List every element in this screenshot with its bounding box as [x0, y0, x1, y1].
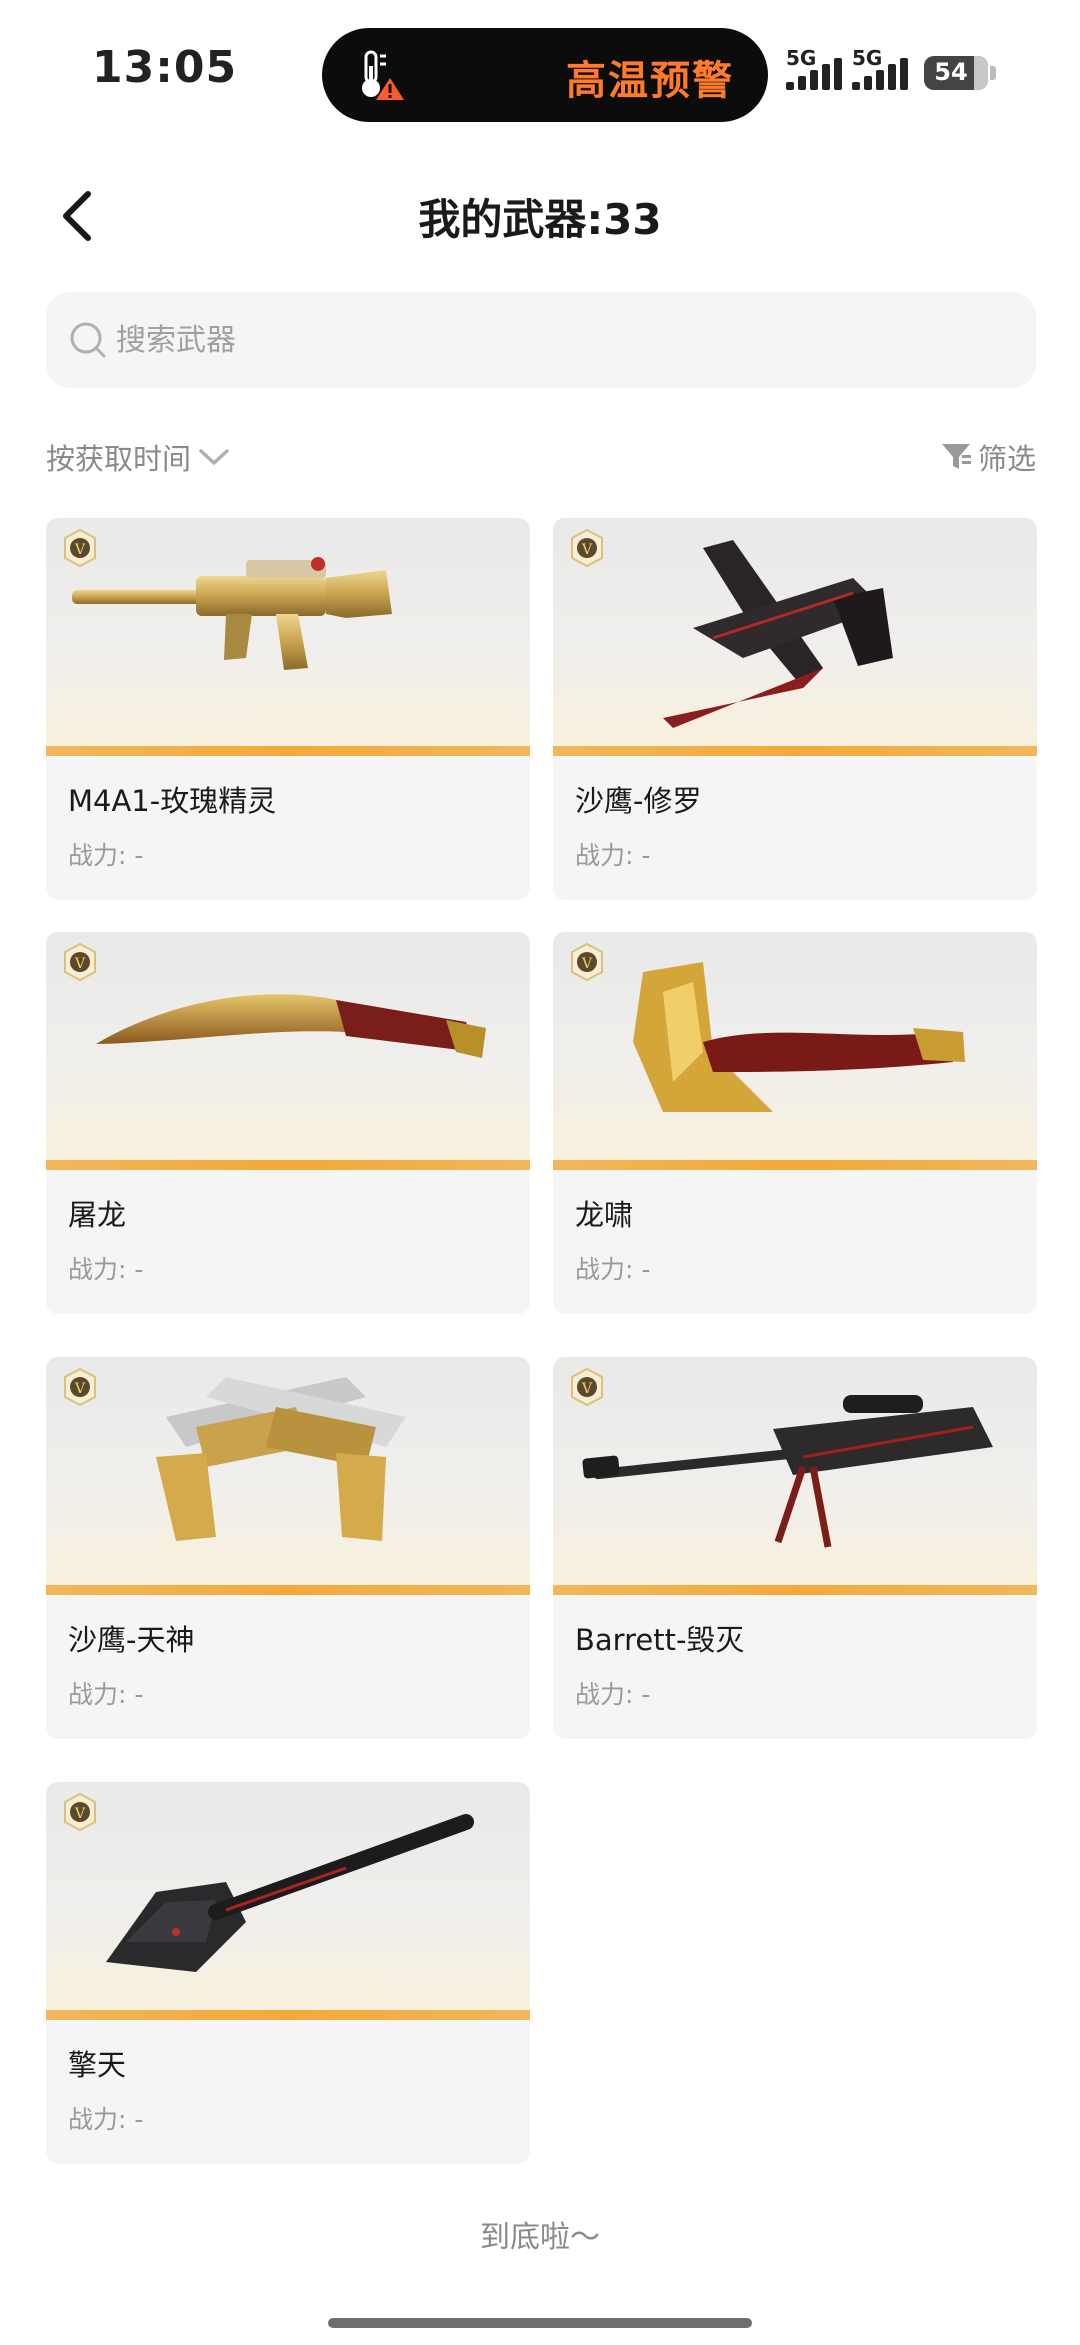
weapon-power: 战力: -	[68, 1255, 144, 1284]
weapon-power: 战力: -	[575, 1680, 651, 1709]
weapon-card[interactable]: V 沙鹰-天神 战力: -	[46, 1357, 530, 1739]
thermometer-warning-icon	[362, 50, 404, 100]
svg-text:V: V	[74, 1381, 86, 1397]
kukri-icon	[96, 994, 486, 1058]
vip-badge-icon: V	[64, 942, 96, 982]
weapon-card[interactable]: V 擎天 战力: -	[46, 1782, 530, 2164]
sniper-rifle-icon	[582, 1395, 993, 1548]
battery-level: 54	[934, 58, 968, 86]
weapon-card[interactable]: V 沙鹰-修罗 战力: -	[553, 518, 1037, 900]
svg-text:V: V	[581, 542, 593, 558]
vip-badge-icon: V	[571, 528, 603, 568]
axe-icon	[633, 962, 965, 1112]
vip-badge-icon: V	[64, 528, 96, 568]
vip-badge-icon: V	[64, 1792, 96, 1832]
weapon-power: 战力: -	[68, 841, 144, 870]
status-time: 13:05	[92, 42, 238, 93]
sort-label: 按获取时间	[46, 442, 192, 476]
sort-dropdown[interactable]: 按获取时间	[46, 436, 231, 478]
weapon-name: 屠龙	[68, 1198, 127, 1232]
weapon-card[interactable]: V 屠龙 战力: -	[46, 932, 530, 1314]
pistol-knife-icon	[663, 540, 893, 728]
weapon-name: M4A1-玫瑰精灵	[68, 784, 277, 818]
search-icon	[70, 322, 106, 358]
svg-text:V: V	[74, 956, 86, 972]
weapon-name: 沙鹰-天神	[68, 1623, 195, 1657]
search-input[interactable]	[116, 292, 996, 388]
weapon-name: 沙鹰-修罗	[575, 784, 702, 818]
end-of-list-text: 到底啦～	[480, 2220, 600, 2255]
weapon-power: 战力: -	[575, 1255, 651, 1284]
svg-text:V: V	[581, 956, 593, 972]
weapon-power: 战力: -	[68, 1680, 144, 1709]
weapon-name: 擎天	[68, 2048, 127, 2082]
search-bar[interactable]	[46, 292, 1036, 388]
filter-label: 筛选	[977, 442, 1036, 476]
home-indicator[interactable]	[328, 2318, 752, 2328]
rifle-icon	[72, 557, 392, 670]
heat-alert-pill[interactable]: 高温预警	[322, 28, 768, 122]
svg-text:V: V	[581, 1381, 593, 1397]
vip-badge-icon: V	[64, 1367, 96, 1407]
weapon-card[interactable]: V Barrett-毁灭 战力: -	[553, 1357, 1037, 1739]
svg-text:V: V	[74, 542, 86, 558]
weapon-name: Barrett-毁灭	[575, 1623, 745, 1657]
page-title: 我的武器:33	[418, 195, 662, 244]
filter-button[interactable]: 筛选	[940, 436, 1036, 478]
weapon-name: 龙啸	[575, 1198, 634, 1232]
vip-badge-icon: V	[571, 1367, 603, 1407]
svg-text:V: V	[74, 1806, 86, 1822]
weapon-card[interactable]: V M4A1-玫瑰精灵 战力: -	[46, 518, 530, 900]
status-bar: 13:05 高温预警 5G 5G 54	[0, 0, 1080, 140]
vip-badge-icon: V	[571, 942, 603, 982]
signal-icon-1: 5G	[786, 46, 862, 90]
weapon-power: 战力: -	[68, 2105, 144, 2134]
weapon-card[interactable]: V 龙啸 战力: -	[553, 932, 1037, 1314]
signal-icon-2: 5G	[852, 46, 928, 90]
weapon-power: 战力: -	[575, 841, 651, 870]
shovel-icon	[106, 1814, 474, 1972]
filter-icon	[941, 444, 971, 469]
heat-alert-text: 高温预警	[566, 58, 734, 104]
battery-icon: 54	[924, 56, 996, 90]
chevron-down-icon	[199, 449, 229, 465]
dual-pistols-icon	[156, 1377, 406, 1541]
